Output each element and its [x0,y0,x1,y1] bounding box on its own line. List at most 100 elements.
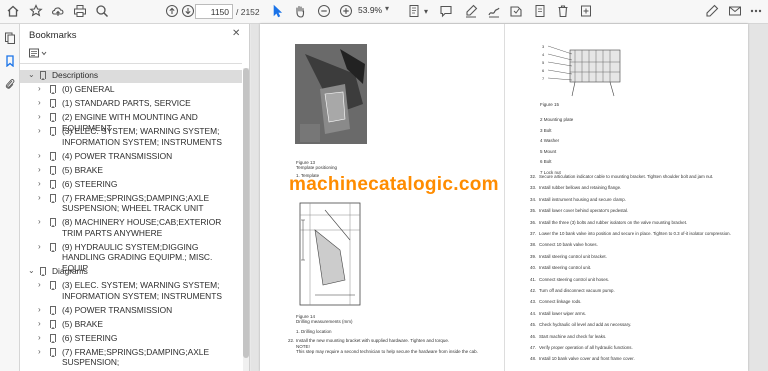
print-icon[interactable] [72,3,88,19]
legend-item: 4 Washer [540,138,560,143]
step-number: 32. [530,174,537,179]
bookmark-item[interactable]: › (7) FRAME;SPRINGS;DAMPING;AXLE SUSPENSI… [20,193,242,216]
bookmark-item[interactable]: › (2) ENGINE WITH MOUNTING AND EQUIPMENT [20,112,242,133]
step-number: 48. [530,356,537,362]
chevron-right-icon[interactable]: › [38,193,46,204]
step-text: Install steering control unit. [539,265,592,271]
zoom-level[interactable]: 53.9% [358,5,386,15]
svg-text:3: 3 [542,44,545,49]
zoom-in-icon[interactable] [338,3,354,19]
add-page-icon[interactable] [578,3,594,19]
bookmark-item[interactable]: › (6) STEERING [20,179,242,192]
bookmark-item[interactable]: › (0) GENERAL [20,84,242,97]
home-icon[interactable] [5,3,21,19]
chevron-right-icon[interactable]: › [38,347,46,358]
bookmark-section[interactable]: ⌄ Diagrams [20,266,242,279]
close-icon[interactable]: ✕ [232,28,240,39]
chevron-right-icon[interactable]: › [38,165,46,176]
bookmark-label: (6) STEERING [62,332,118,343]
bookmarks-panel: Bookmarks ✕ ⌄ Descriptions › (0) GENERAL › (1… [20,24,250,371]
bookmark-icon [50,151,56,161]
chevron-right-icon[interactable]: › [38,333,46,344]
step-text: Connect 10 bank valve hoses. [539,242,598,248]
hand-icon[interactable] [292,3,308,19]
draw-icon[interactable] [486,3,502,19]
figure-14-item: 1. Drilling location [296,329,332,334]
panel-divider [20,63,242,64]
highlight-icon[interactable] [463,3,479,19]
chevron-right-icon[interactable]: › [38,305,46,316]
bookmark-item[interactable]: › (5) BRAKE [20,165,242,178]
bookmark-icon [50,193,56,203]
chevron-right-icon[interactable]: › [38,217,46,228]
scrollbar-thumb[interactable] [243,68,249,358]
legend-item: 2 Mounting plate [540,117,574,122]
thumbnails-icon[interactable] [3,31,17,45]
step-number: 44. [530,310,537,316]
bookmark-item[interactable]: › (5) BRAKE [20,319,242,332]
bookmark-item[interactable]: › (4) POWER TRANSMISSION [20,151,242,164]
bookmark-item[interactable]: › (8) MACHINERY HOUSE;CAB;EXTERIOR TRIM P… [20,217,242,240]
delete-icon[interactable] [555,3,571,19]
bookmark-icon [40,267,46,276]
chevron-right-icon[interactable]: › [38,242,46,253]
bookmark-item[interactable]: › (6) STEERING [20,333,242,346]
bookmark-icon [50,218,56,227]
page-icon[interactable] [532,3,548,19]
bookmark-item[interactable]: › (3) ELEC. SYSTEM; WARNING SYSTEM; INFOR… [20,280,242,303]
bookmark-label: (8) MACHINERY HOUSE;CAB;EXTERIOR TRIM PA… [62,217,222,238]
bookmark-label: (3) ELEC. SYSTEM; WARNING SYSTEM; INFORM… [62,280,222,301]
step-text: Install lower wiper arms. [539,310,587,316]
more-icon[interactable] [748,3,764,19]
step-number: 41. [530,276,537,282]
bookmark-item[interactable]: › (4) POWER TRANSMISSION [20,305,242,318]
chevron-down-icon[interactable]: ⌄ [28,70,36,81]
note-text: This step may require a second technicia… [296,349,478,354]
bookmark-label: (4) POWER TRANSMISSION [62,304,173,315]
chevron-right-icon[interactable]: › [38,98,46,109]
figure-15-caption: Figure 15 [540,102,560,107]
fit-dropdown-icon[interactable]: ▾ [418,3,434,19]
page-number-input[interactable]: 1150 [195,4,233,19]
mail-icon[interactable] [727,3,743,19]
chevron-right-icon[interactable]: › [38,179,46,190]
bookmark-scrollbar[interactable] [243,68,249,371]
bookmark-section[interactable]: ⌄ Descriptions [20,70,242,83]
step-text: Install steering control unit bracket. [539,253,607,259]
scroll-down-icon[interactable] [180,3,196,19]
figure-15-drawing: 3 4 5 6 7 [540,42,630,100]
chevron-right-icon[interactable]: › [38,84,46,95]
comment-icon[interactable] [438,3,454,19]
bookmark-item[interactable]: › (1) STANDARD PARTS, SERVICE [20,98,242,111]
svg-text:6: 6 [542,68,545,73]
zoom-out-icon[interactable] [316,3,332,19]
bookmark-star-icon[interactable] [28,3,44,19]
bookmark-item[interactable]: › (3) ELEC. SYSTEM; WARNING SYSTEM; INFOR… [20,126,242,149]
step-22-text: Install the new mounting bracket with su… [296,338,450,343]
scroll-up-icon[interactable] [164,3,180,19]
chevron-right-icon[interactable]: › [38,151,46,162]
bookmarks-panel-icon[interactable] [3,54,17,68]
chevron-right-icon[interactable]: › [38,319,46,330]
chevron-right-icon[interactable]: › [38,280,46,291]
edit-sign-icon[interactable] [704,3,720,19]
select-cursor-icon[interactable] [269,3,285,19]
chevron-right-icon[interactable]: › [38,112,46,123]
bookmark-item[interactable]: › (9) HYDRAULIC SYSTEM;DIGGING HANDLING G… [20,242,242,273]
step-number: 42. [530,288,537,293]
bookmark-options-button[interactable] [29,48,49,60]
attachments-icon[interactable] [3,77,17,91]
stamp-icon[interactable] [508,3,524,19]
bookmark-icon [50,319,56,329]
chevron-down-icon[interactable]: ⌄ [28,266,36,277]
figure-13-subtitle: Template positioning [296,165,338,170]
zoom-dropdown-icon[interactable]: ▾ [385,4,389,13]
bookmark-label: Diagrams [52,266,88,276]
svg-text:7: 7 [542,76,545,81]
search-icon[interactable] [94,3,110,19]
bookmark-item[interactable]: › (7) FRAME;SPRINGS;DAMPING;AXLE SUSPENSI… [20,347,242,368]
step-text: Start machine and check for leaks. [539,333,607,339]
chevron-right-icon[interactable]: › [38,126,46,137]
upload-icon[interactable] [50,3,66,19]
step-number: 33. [530,185,537,191]
